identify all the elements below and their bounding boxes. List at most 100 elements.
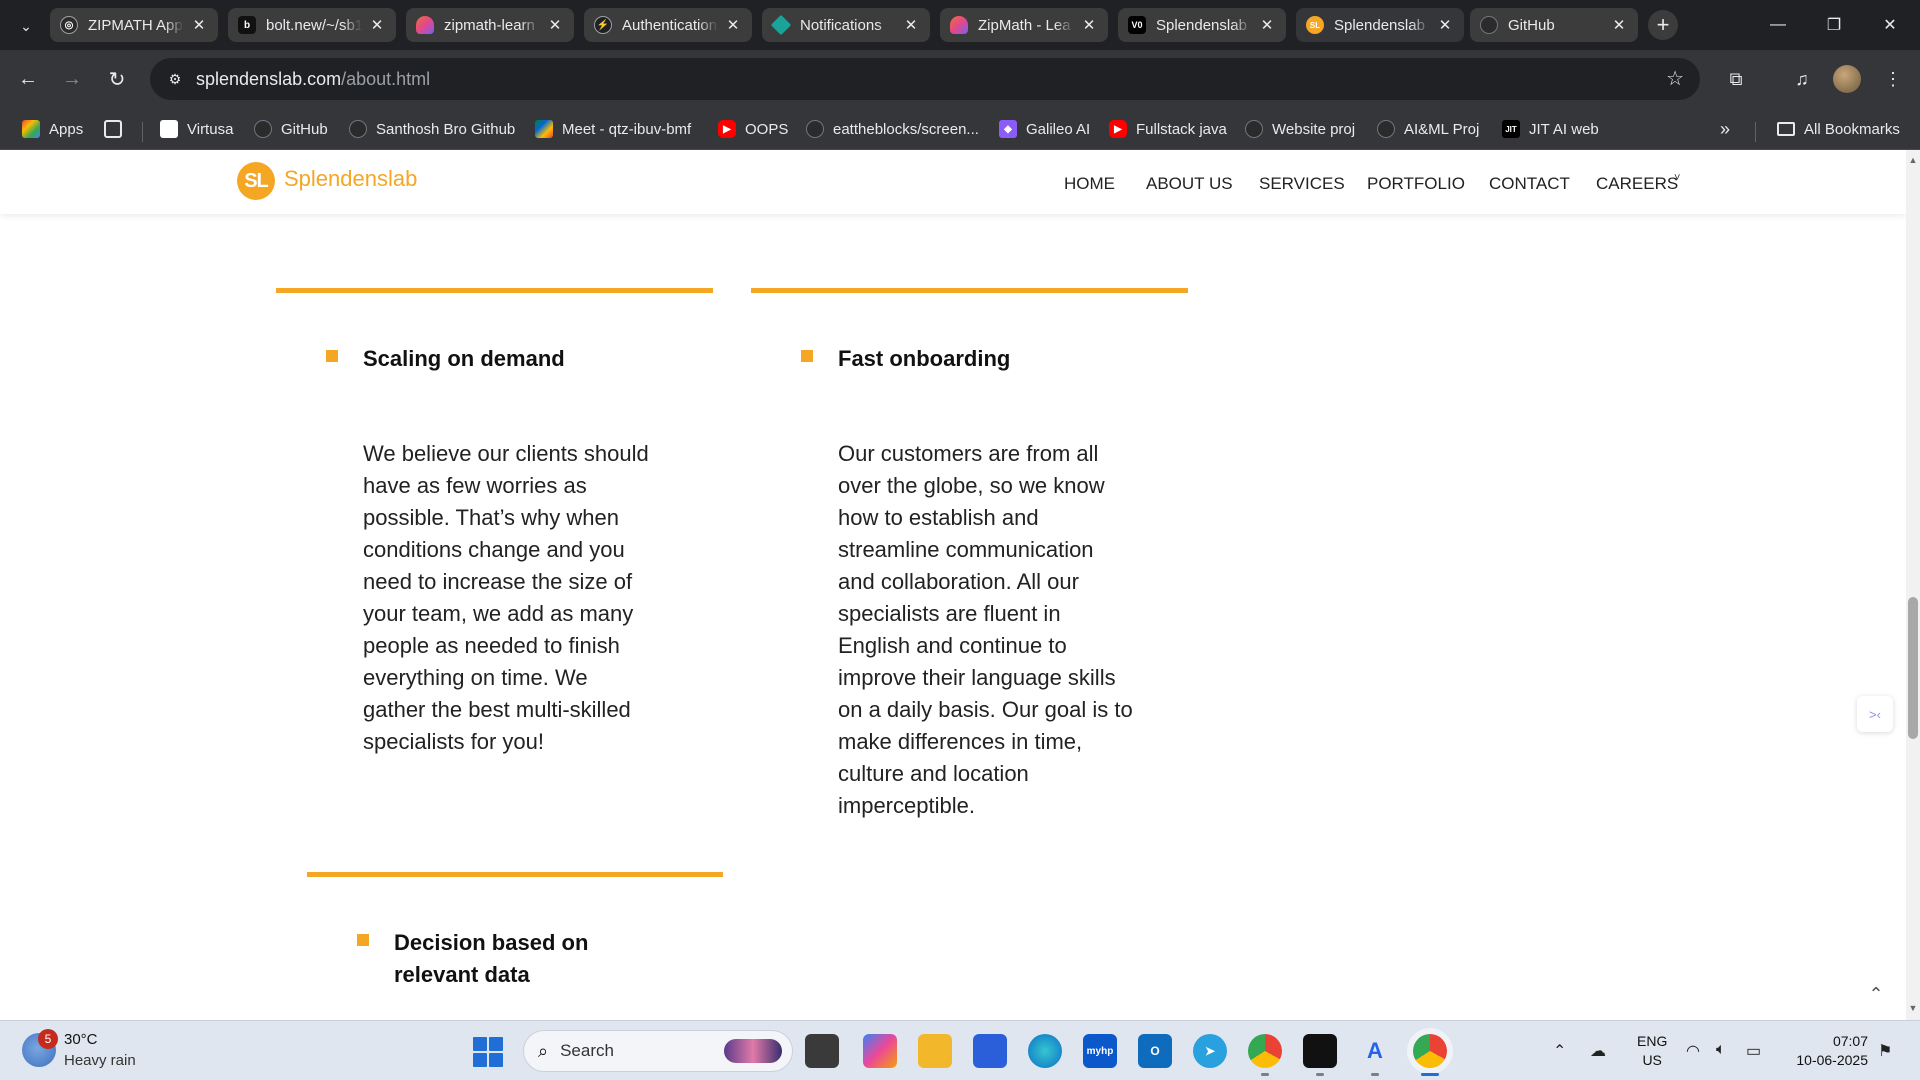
myhp-icon[interactable]: myhp — [1083, 1034, 1117, 1068]
bookmark-meet[interactable]: Meet - qtz-ibuv-bmf — [535, 118, 691, 140]
copilot-icon[interactable] — [863, 1034, 897, 1068]
tab-search-chevron-icon[interactable]: ⌄ — [12, 12, 40, 40]
epic-games-icon[interactable] — [1303, 1034, 1337, 1068]
close-window-icon[interactable]: ✕ — [1870, 10, 1910, 40]
nav-about-us[interactable]: ABOUT US — [1146, 174, 1233, 194]
close-tab-icon[interactable]: ✕ — [1610, 16, 1628, 34]
bookmark-santhosh-github[interactable]: Santhosh Bro Github — [349, 118, 515, 140]
bookmark-grid[interactable] — [104, 118, 131, 140]
bookmark-aiml-proj[interactable]: AI&ML Proj — [1377, 118, 1479, 140]
scroll-down-arrow-icon[interactable]: ▼ — [1906, 1003, 1920, 1015]
weather-badge: 5 — [38, 1029, 58, 1049]
chevron-down-icon[interactable]: ˅ — [1674, 172, 1680, 184]
media-control-icon[interactable]: ♫ — [1788, 65, 1816, 93]
battery-icon[interactable]: ▭ — [1746, 1041, 1761, 1061]
page-scrollbar[interactable] — [1906, 150, 1920, 1020]
close-tab-icon[interactable]: ✕ — [902, 16, 920, 34]
bookmark-galileo[interactable]: ◆ Galileo AI — [999, 118, 1090, 140]
close-tab-icon[interactable]: ✕ — [190, 16, 208, 34]
browser-tab[interactable]: b bolt.new/~/sb1 ✕ — [228, 8, 396, 42]
browser-tab[interactable]: zipmath-learn ✕ — [406, 8, 574, 42]
minimize-icon[interactable]: — — [1758, 10, 1798, 40]
close-tab-icon[interactable]: ✕ — [1258, 16, 1276, 34]
volume-icon[interactable]: 🔈︎ — [1716, 1041, 1726, 1059]
more-bookmarks-chevron-icon[interactable]: » — [1720, 118, 1730, 140]
weather-description[interactable]: Heavy rain — [64, 1052, 136, 1069]
site-info-icon[interactable]: ⚙ — [160, 64, 190, 94]
address-bar[interactable]: ⚙ splendenslab.com/about.html ☆ — [150, 58, 1700, 100]
notification-bell-icon[interactable]: ⚑ — [1878, 1041, 1892, 1061]
chrome-profile-icon[interactable] — [1413, 1034, 1447, 1068]
close-tab-icon[interactable]: ✕ — [1080, 16, 1098, 34]
close-tab-icon[interactable]: ✕ — [1436, 16, 1454, 34]
microsoft-store-icon[interactable] — [973, 1034, 1007, 1068]
browser-tab[interactable]: ZipMath - Lea ✕ — [940, 8, 1108, 42]
bookmark-apps[interactable]: Apps — [22, 118, 83, 140]
back-arrow-icon[interactable]: ← — [12, 63, 44, 95]
system-clock[interactable]: 07:07 10-06-2025 — [1788, 1032, 1868, 1070]
text-line: streamline communication — [838, 537, 1094, 562]
chrome-icon[interactable] — [1248, 1034, 1282, 1068]
youtube-icon: ▶ — [1109, 120, 1127, 138]
nav-careers[interactable]: CAREERS — [1596, 174, 1678, 194]
new-tab-button[interactable]: + — [1648, 10, 1678, 40]
youtube-icon: ▶ — [718, 120, 736, 138]
splendenslab-icon: SL — [1306, 16, 1324, 34]
browser-tab[interactable]: ◎ ZIPMATH App ✕ — [50, 8, 218, 42]
bookmark-star-icon[interactable]: ☆ — [1666, 66, 1684, 91]
close-tab-icon[interactable]: ✕ — [546, 16, 564, 34]
file-explorer-icon[interactable] — [918, 1034, 952, 1068]
bookmark-github[interactable]: GitHub — [254, 118, 328, 140]
nav-home[interactable]: HOME — [1064, 174, 1115, 194]
bookmark-fullstack-java[interactable]: ▶ Fullstack java — [1109, 118, 1227, 140]
all-bookmarks-button[interactable]: All Bookmarks — [1777, 118, 1900, 140]
wifi-icon[interactable]: ◠ — [1686, 1041, 1700, 1061]
task-view-icon[interactable] — [805, 1034, 839, 1068]
chat-widget-icon[interactable]: >‹ — [1857, 696, 1893, 732]
browser-tab[interactable]: GitHub ✕ — [1470, 8, 1638, 42]
nav-portfolio[interactable]: PORTFOLIO — [1367, 174, 1465, 194]
close-tab-icon[interactable]: ✕ — [368, 16, 386, 34]
bookmark-divider — [1755, 122, 1756, 142]
outlook-icon[interactable]: O — [1138, 1034, 1172, 1068]
tab-title: bolt.new/~/sb1 — [266, 16, 362, 34]
back-to-top-icon[interactable]: ⌃ — [1864, 982, 1888, 1006]
telegram-icon[interactable]: ➤ — [1193, 1034, 1227, 1068]
square-bullet-icon — [801, 350, 813, 362]
taskbar-search[interactable]: ⌕ Search — [523, 1030, 793, 1072]
bookmark-jit-ai-web[interactable]: JIT JIT AI web — [1502, 118, 1599, 140]
url-path: /about.html — [341, 68, 431, 89]
input-language[interactable]: ENG US — [1637, 1032, 1667, 1070]
onedrive-icon[interactable]: ☁ — [1590, 1041, 1606, 1061]
profile-avatar[interactable] — [1833, 65, 1861, 93]
text-line: people as needed to finish — [363, 633, 620, 658]
logo-text[interactable]: Splendenslab — [284, 166, 417, 192]
scroll-up-arrow-icon[interactable]: ▲ — [1906, 155, 1920, 167]
scrollbar-thumb[interactable] — [1908, 597, 1918, 739]
site-header: SL Splendenslab HOME ABOUT US SERVICES P… — [0, 150, 1906, 214]
forward-arrow-icon[interactable]: → — [56, 63, 88, 95]
github-icon — [806, 120, 824, 138]
nav-contact[interactable]: CONTACT — [1489, 174, 1570, 194]
bookmark-oops[interactable]: ▶ OOPS — [718, 118, 788, 140]
logo-mark[interactable]: SL — [237, 162, 275, 200]
extensions-puzzle-icon[interactable]: ⧉ — [1722, 65, 1750, 93]
nav-services[interactable]: SERVICES — [1259, 174, 1345, 194]
bookmark-virtusa[interactable]: Virtusa — [160, 118, 233, 140]
url-text[interactable]: splendenslab.com/about.html — [196, 69, 430, 90]
edge-icon[interactable] — [1028, 1034, 1062, 1068]
show-hidden-icons-chevron-icon[interactable]: ⌃ — [1553, 1041, 1566, 1061]
browser-tab[interactable]: V0 Splendenslab ✕ — [1118, 8, 1286, 42]
bookmark-website-proj[interactable]: Website proj — [1245, 118, 1355, 140]
weather-temperature[interactable]: 30°C — [64, 1031, 98, 1048]
reload-icon[interactable]: ↻ — [101, 63, 133, 95]
browser-tab[interactable]: Notifications ✕ — [762, 8, 930, 42]
menu-kebab-icon[interactable]: ⋮ — [1879, 65, 1907, 93]
bookmark-eattheblocks[interactable]: eattheblocks/screen... — [806, 118, 979, 140]
windows-start-icon[interactable] — [473, 1037, 503, 1067]
restore-icon[interactable]: ❐ — [1814, 10, 1854, 40]
browser-tab-active[interactable]: SL Splendenslab ✕ — [1296, 8, 1464, 42]
close-tab-icon[interactable]: ✕ — [724, 16, 742, 34]
azure-data-studio-icon[interactable]: A — [1358, 1034, 1392, 1068]
browser-tab[interactable]: ⚡ Authentication ✕ — [584, 8, 752, 42]
